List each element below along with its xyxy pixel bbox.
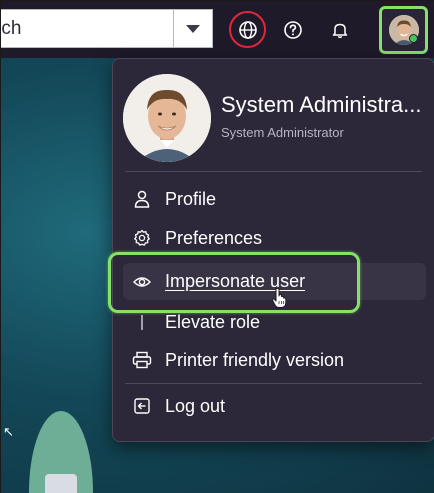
search-box: [1, 9, 213, 48]
search-dropdown-button[interactable]: [173, 10, 212, 47]
menu-divider: [125, 171, 422, 172]
menu-item-preferences[interactable]: Preferences: [123, 221, 426, 255]
help-circle-icon: [284, 21, 302, 39]
person-icon: [129, 186, 155, 212]
hand-pointer-cursor: [271, 287, 289, 314]
background-illustration-window: [45, 474, 77, 493]
user-display-name: System Administra...: [221, 92, 422, 117]
menu-item-label: Log out: [165, 395, 226, 416]
menu-item-printer-friendly[interactable]: Printer friendly version: [123, 343, 426, 377]
help-button[interactable]: [276, 13, 310, 47]
menu-divider: [125, 383, 422, 384]
bell-icon: [332, 23, 348, 39]
menu-item-log-out[interactable]: Log out: [123, 389, 426, 423]
profile-avatar: [123, 74, 211, 162]
menu-item-label: Profile: [165, 188, 217, 209]
search-input[interactable]: [1, 10, 173, 47]
user-avatar-button[interactable]: [379, 6, 428, 54]
background-arrow: ↖: [3, 424, 14, 439]
language-button[interactable]: [229, 11, 266, 48]
menu-item-label: Preferences: [165, 227, 263, 248]
menu-item-label: Elevate role: [165, 311, 261, 332]
profile-header: System Administra... System Administrato…: [113, 59, 434, 169]
user-role-label: System Administrator: [221, 125, 344, 140]
chevron-down-icon: [186, 24, 200, 33]
menu-item-profile[interactable]: Profile: [123, 182, 426, 216]
online-status-dot: [409, 34, 418, 43]
arrow-up-icon: [129, 309, 155, 335]
notifications-button[interactable]: [323, 13, 357, 47]
gear-icon: [129, 225, 155, 251]
menu-item-label: Printer friendly version: [165, 349, 345, 370]
globe-icon: [238, 20, 257, 39]
top-navigation-bar: [1, 1, 434, 58]
logout-icon: [129, 393, 155, 419]
eye-icon: [129, 269, 155, 295]
user-menu-dropdown: System Administra... System Administrato…: [112, 58, 434, 442]
printer-icon: [129, 347, 155, 373]
